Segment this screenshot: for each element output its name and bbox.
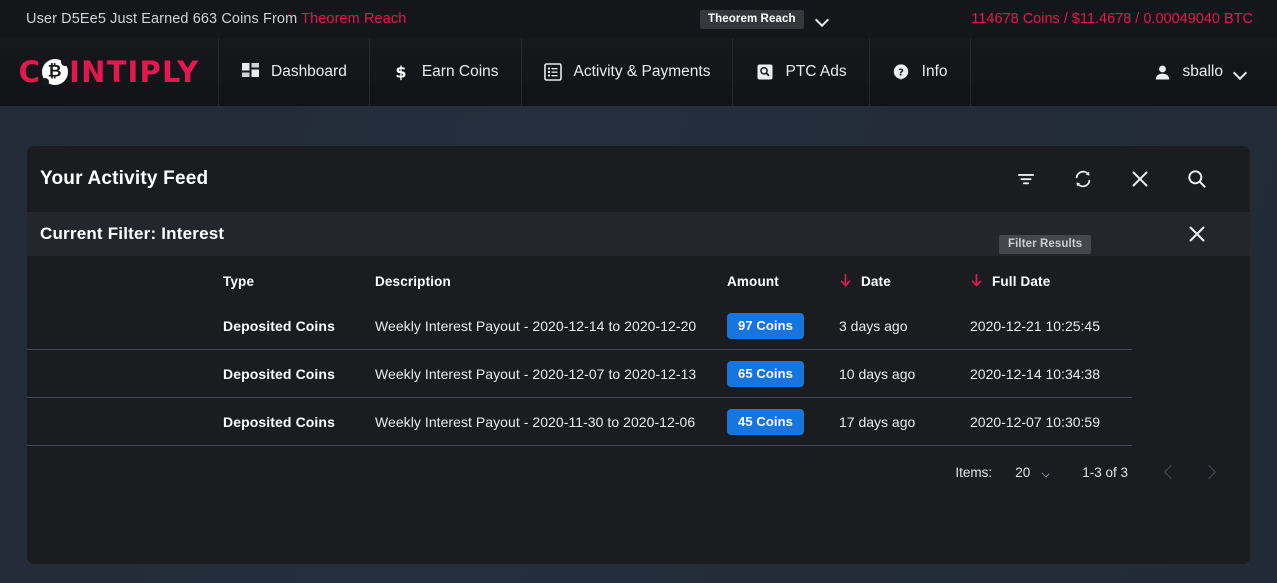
cell-full-date: 2020-12-21 10:25:45 — [970, 318, 1100, 334]
balance-display: 114678 Coins / $11.4678 / 0.00049040 BTC — [971, 11, 1253, 27]
search-icon[interactable] — [1184, 166, 1210, 192]
cell-description: Weekly Interest Payout - 2020-11-30 to 2… — [375, 414, 696, 430]
page-size-value: 20 — [1015, 464, 1031, 480]
card-header: Your Activity Feed — [27, 146, 1250, 212]
cell-description: Weekly Interest Payout - 2020-12-07 to 2… — [375, 366, 697, 382]
cell-type: Deposited Coins — [223, 318, 335, 334]
chevron-left-icon[interactable] — [1165, 464, 1175, 480]
brand-logo[interactable]: C INTIPLY — [0, 38, 218, 106]
cell-type: Deposited Coins — [223, 366, 335, 382]
refresh-icon[interactable] — [1070, 166, 1096, 192]
cell-description: Weekly Interest Payout - 2020-12-14 to 2… — [375, 318, 697, 334]
svg-text:$: $ — [396, 63, 407, 81]
dollar-icon: $ — [392, 63, 411, 82]
help-icon: ? — [892, 63, 911, 82]
nav-label-ptc-ads: PTC Ads — [785, 63, 847, 80]
activity-feed-card: Your Activity Feed Current Filter: Inter… — [27, 146, 1250, 564]
column-header-amount[interactable]: Amount — [727, 274, 839, 289]
nav-item-activity-payments[interactable]: Activity & Payments — [520, 38, 733, 106]
card-actions — [1013, 166, 1228, 192]
column-header-date-label: Date — [861, 273, 891, 289]
nav-label-info: Info — [921, 63, 948, 80]
ticker-chip[interactable]: Theorem Reach — [700, 9, 804, 29]
ticker-message-text: User D5Ee5 Just Earned 663 Coins From — [26, 11, 302, 27]
column-header-full-date-label: Full Date — [992, 273, 1051, 289]
user-menu[interactable]: sballo — [1135, 38, 1277, 106]
amount-badge: 97 Coins — [727, 313, 804, 339]
cell-date: 10 days ago — [839, 366, 916, 382]
chevron-down-icon[interactable] — [1234, 68, 1247, 76]
page-body: Filter Results Your Activity Feed Curren… — [0, 106, 1277, 583]
sort-desc-arrow-icon — [839, 273, 852, 290]
column-header-full-date[interactable]: Full Date — [970, 273, 1130, 290]
ticker-selector[interactable]: Theorem Reach — [700, 0, 829, 38]
ticker-message: User D5Ee5 Just Earned 663 Coins From Th… — [14, 11, 406, 27]
nav-item-earn-coins[interactable]: $ Earn Coins — [368, 38, 521, 106]
current-filter-label: Current Filter: Interest — [40, 224, 225, 243]
brand-text-part1: C — [18, 55, 42, 89]
sort-desc-arrow-icon — [970, 273, 983, 290]
ticker-bar: User D5Ee5 Just Earned 663 Coins From Th… — [0, 0, 1277, 38]
page-size-select[interactable]: 20 — [1015, 465, 1051, 480]
clear-filter-button[interactable] — [1184, 221, 1210, 247]
chevron-down-icon[interactable] — [816, 15, 829, 23]
chevron-right-icon[interactable] — [1204, 464, 1214, 480]
main-navbar: C INTIPLY Dashboard $ Earn Coins — [0, 38, 1277, 106]
paginator-range-label: 1-3 of 3 — [1082, 464, 1128, 480]
ticker-message-source: Theorem Reach — [301, 11, 407, 27]
close-icon[interactable] — [1127, 166, 1153, 192]
paginator-items-label: Items: — [955, 464, 993, 480]
table-row[interactable]: Deposited Coins Weekly Interest Payout -… — [27, 350, 1250, 398]
filter-tooltip: Filter Results — [999, 235, 1092, 254]
user-menu-label: sballo — [1182, 63, 1224, 80]
column-header-type[interactable]: Type — [223, 274, 375, 289]
table-header-row: Type Description Amount Date Full Date — [27, 256, 1250, 302]
table-row[interactable]: Deposited Coins Weekly Interest Payout -… — [27, 398, 1250, 446]
cell-amount: 45 Coins — [727, 409, 839, 435]
amount-badge: 45 Coins — [727, 409, 804, 435]
brand-text-part2: INTIPLY — [69, 55, 200, 89]
ad-search-icon — [755, 63, 774, 82]
cell-full-date: 2020-12-07 10:30:59 — [970, 414, 1100, 430]
filter-icon[interactable] — [1013, 166, 1039, 192]
bitcoin-coin-icon — [41, 58, 70, 86]
activity-table: Type Description Amount Date Full Date D… — [27, 256, 1250, 446]
paginator-nav — [1165, 464, 1214, 480]
nav-label-dashboard: Dashboard — [271, 63, 347, 80]
person-icon — [1153, 63, 1172, 82]
page-title: Your Activity Feed — [40, 168, 209, 189]
cell-type: Deposited Coins — [223, 414, 335, 430]
brand-logo-text: C INTIPLY — [19, 55, 200, 89]
chevron-down-icon — [1042, 470, 1051, 475]
amount-badge: 65 Coins — [727, 361, 804, 387]
cell-amount: 97 Coins — [727, 313, 839, 339]
nav-item-ptc-ads[interactable]: PTC Ads — [732, 38, 868, 106]
nav-items: Dashboard $ Earn Coins Activity & Paymen… — [218, 38, 971, 106]
table-row[interactable]: Deposited Coins Weekly Interest Payout -… — [27, 302, 1250, 350]
nav-item-dashboard[interactable]: Dashboard — [218, 38, 369, 106]
cell-amount: 65 Coins — [727, 361, 839, 387]
nav-label-activity-payments: Activity & Payments — [573, 63, 711, 80]
paginator: Items: 20 1-3 of 3 — [27, 446, 1250, 498]
nav-label-earn-coins: Earn Coins — [421, 63, 499, 80]
column-header-description[interactable]: Description — [375, 274, 727, 289]
nav-item-info[interactable]: ? Info — [868, 38, 971, 106]
cell-date: 17 days ago — [839, 414, 916, 430]
dashboard-icon — [241, 63, 260, 82]
svg-text:?: ? — [898, 68, 904, 79]
cell-full-date: 2020-12-14 10:34:38 — [970, 366, 1100, 382]
cell-date: 3 days ago — [839, 318, 908, 334]
list-icon — [544, 63, 563, 82]
column-header-date[interactable]: Date — [839, 273, 970, 290]
